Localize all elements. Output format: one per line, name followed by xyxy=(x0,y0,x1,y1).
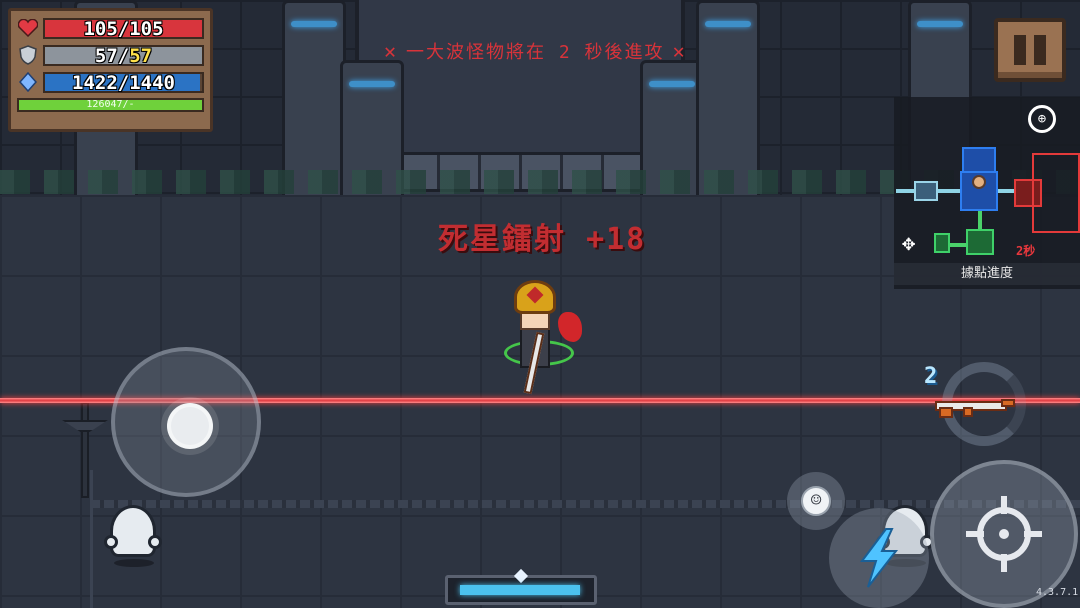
version-label: 4.3.7.1 xyxy=(1036,587,1079,598)
skill-charge-bar xyxy=(445,568,597,605)
armor-max: 57 xyxy=(129,44,153,67)
combat-floating-text: 死星鐳射 +18 xyxy=(438,214,646,258)
heart-icon xyxy=(17,17,39,39)
pause-button[interactable] xyxy=(994,18,1066,82)
ghost-enemy xyxy=(104,505,162,569)
player-hero xyxy=(500,276,590,396)
combat-text-value: +18 xyxy=(586,222,647,257)
armor-bar: 57/57 xyxy=(43,44,204,67)
ghost-arm xyxy=(148,535,162,549)
movement-joystick[interactable] xyxy=(111,347,261,497)
ghost-body xyxy=(110,505,156,557)
lamp-post xyxy=(62,402,108,498)
pause-icon-bar xyxy=(1034,35,1046,65)
hp-value: 105/105 xyxy=(83,17,164,40)
globe-icon[interactable]: ⊕ xyxy=(1028,105,1056,133)
weapon-ammo-badge: 2 xyxy=(924,364,938,389)
mana-row: 1422/1440 xyxy=(17,71,204,93)
minimap-room xyxy=(966,229,994,255)
crosshair-icon xyxy=(966,496,1042,572)
stronghold-progress-label: 據點進度 xyxy=(894,263,1080,285)
lamp-post-arms xyxy=(62,420,108,432)
close-x-icon: ✕ xyxy=(384,39,399,63)
hp-row: 105/105 xyxy=(17,17,204,39)
skill-charge-fill xyxy=(460,585,580,595)
player-stats-panel: 105/105 57/57 1422/1440 126047/- xyxy=(8,8,213,132)
hero-crown-helmet xyxy=(514,280,556,314)
wave-warning-banner: ✕ 一大波怪物將在 2 秒後進攻 ✕ xyxy=(376,38,695,64)
armor-current: 57 xyxy=(94,44,118,67)
armor-value: 57/57 xyxy=(94,44,153,67)
minimap-room xyxy=(934,233,950,253)
switch-weapon-button[interactable]: 2 xyxy=(924,356,1026,456)
emote-button[interactable]: ☺ xyxy=(787,472,845,530)
player-marker-icon xyxy=(972,175,986,189)
shield-icon xyxy=(17,44,39,66)
ghost-shadow xyxy=(114,559,154,567)
smiley-icon: ☺ xyxy=(801,486,831,516)
wave-warning-text: 一大波怪物將在 2 秒後進攻 xyxy=(406,42,665,63)
joystick-knob[interactable] xyxy=(167,403,213,449)
minimap-room xyxy=(914,181,938,201)
close-x-icon: ✕ xyxy=(672,39,687,63)
ghost-arm xyxy=(104,535,118,549)
mana-bar: 1422/1440 xyxy=(43,71,204,94)
minimap-room xyxy=(962,147,996,173)
pause-icon-bar xyxy=(1014,35,1026,65)
mana-diamond-icon xyxy=(17,71,39,93)
rifle-icon xyxy=(935,399,1015,418)
lightning-icon xyxy=(860,528,899,588)
attack-button[interactable] xyxy=(930,460,1078,608)
lamp-post-pole xyxy=(81,402,89,498)
mana-value: 1422/1440 xyxy=(72,71,175,94)
energy-value: 126047/- xyxy=(86,99,135,110)
move-cross-icon: ✥ xyxy=(902,231,916,256)
minimap-timer: 2秒 xyxy=(1016,244,1036,258)
hero-face xyxy=(520,312,550,330)
combat-text-label: 死星鐳射 xyxy=(438,222,566,257)
hero-cape xyxy=(558,312,582,342)
energy-bar: 126047/- xyxy=(17,98,204,112)
minimap[interactable]: ⊕ ✥ 2秒 據點進度 xyxy=(894,97,1080,289)
armor-row: 57/57 xyxy=(17,44,204,66)
hp-bar: 105/105 xyxy=(43,17,204,40)
minimap-room xyxy=(1032,153,1080,233)
skill-button[interactable] xyxy=(829,508,929,608)
